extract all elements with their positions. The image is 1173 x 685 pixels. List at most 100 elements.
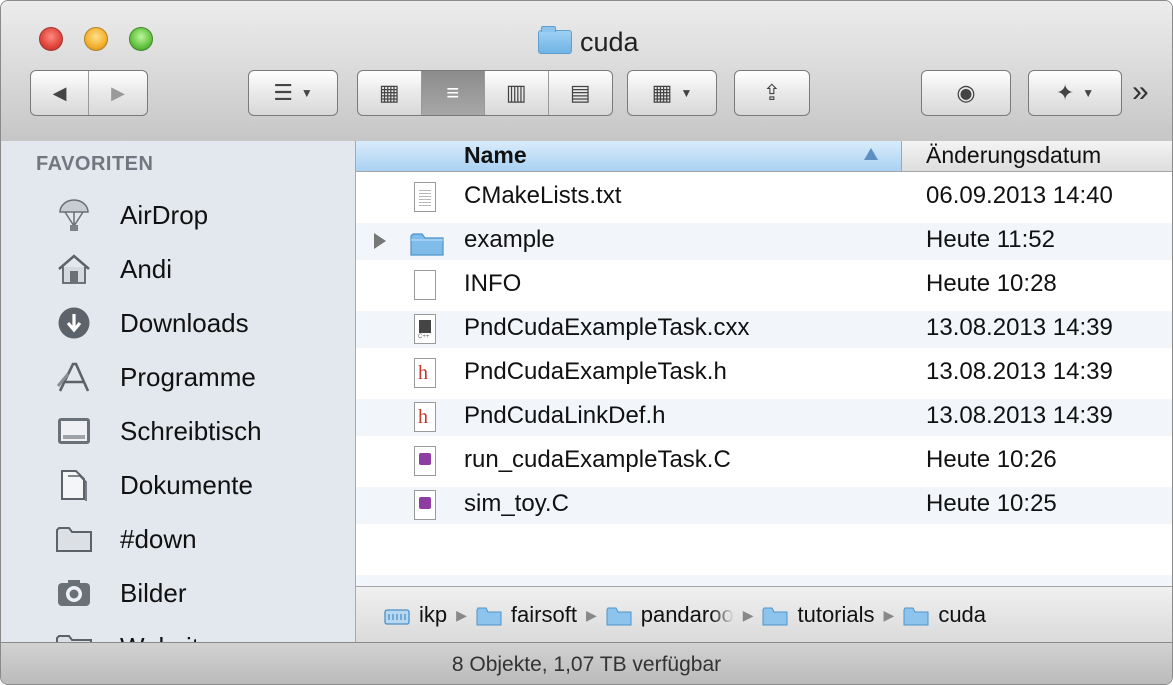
file-name: example xyxy=(464,226,555,253)
toolbar-overflow-button[interactable]: » xyxy=(1132,75,1149,109)
table-row[interactable]: run_cudaExampleTask.C Heute 10:26 xyxy=(356,443,1172,480)
file-date: 06.09.2013 14:40 xyxy=(926,182,1113,209)
table-row[interactable]: C++ PndCudaExampleTask.cxx 13.08.2013 14… xyxy=(356,311,1172,348)
c-source-file-icon xyxy=(414,446,438,477)
sidebar-item-label: Bilder xyxy=(120,577,187,608)
action-button[interactable]: ▦ ▼ xyxy=(627,70,717,116)
column-header-date[interactable]: Änderungsdatum xyxy=(926,142,1101,169)
coverflow-view-icon: ▤ xyxy=(569,80,591,105)
view-columns-button[interactable]: ▥ xyxy=(485,71,549,115)
sidebar-item-label: Andi xyxy=(120,253,173,284)
file-date: Heute 10:25 xyxy=(926,490,1057,517)
chevron-double-right-icon: » xyxy=(1132,75,1149,108)
file-name: CMakeLists.txt xyxy=(464,182,622,209)
view-list-button[interactable]: ≡ xyxy=(421,71,485,115)
folder-icon xyxy=(54,519,94,559)
view-coverflow-button[interactable]: ▤ xyxy=(549,71,613,115)
chevron-down-icon: ▼ xyxy=(300,86,313,100)
status-bar: 8 Objekte, 1,07 TB verfügbar xyxy=(1,642,1172,684)
downloads-icon xyxy=(54,303,94,343)
sidebar-item-label: Dokumente xyxy=(120,469,253,500)
text-file-icon xyxy=(414,182,438,213)
sidebar-item-label: Programme xyxy=(120,361,256,392)
back-button[interactable]: ◀ xyxy=(31,71,90,115)
table-row[interactable]: INFO Heute 10:28 xyxy=(356,267,1172,304)
path-item-label: ikp xyxy=(419,602,448,627)
sidebar-item-programme[interactable]: Programme xyxy=(1,350,355,404)
sidebar-item-down[interactable]: #down xyxy=(1,512,355,566)
file-date: Heute 10:28 xyxy=(926,270,1057,297)
forward-arrow-icon: ▶ xyxy=(111,82,125,103)
path-item-cuda[interactable]: cuda xyxy=(903,602,986,628)
table-row[interactable]: h PndCudaExampleTask.h 13.08.2013 14:39 xyxy=(356,355,1172,392)
path-item-tutorials[interactable]: tutorials xyxy=(762,602,875,628)
dropbox-icon: ✦ xyxy=(1055,80,1075,105)
path-item-fairsoft[interactable]: fairsoft xyxy=(476,602,577,628)
column-header-name-label: Name xyxy=(464,142,527,168)
share-icon: ⇪ xyxy=(762,80,782,105)
sidebar-item-dokumente[interactable]: Dokumente xyxy=(1,458,355,512)
sidebar-item-schreibtisch[interactable]: Schreibtisch xyxy=(1,404,355,458)
path-item-label: pandaroo xyxy=(640,602,734,627)
drive-icon xyxy=(384,606,410,625)
chevron-down-icon: ▼ xyxy=(680,86,693,100)
header-file-icon: h xyxy=(414,402,438,433)
path-separator-icon: ▶ xyxy=(585,606,597,623)
toolbar: cuda ◀ ▶ ☰ ▼ ▦ ≡ ▥ ▤ ▦ ▼ ⇪ ◉ ✦ ▼ » xyxy=(1,1,1172,142)
camera-icon xyxy=(54,573,94,613)
table-row[interactable]: h PndCudaLinkDef.h 13.08.2013 14:39 xyxy=(356,399,1172,436)
file-name: run_cudaExampleTask.C xyxy=(464,446,731,473)
sidebar-item-label: Websites xyxy=(120,632,226,643)
minimize-button[interactable] xyxy=(84,27,108,51)
folder-icon xyxy=(903,606,929,625)
documents-icon xyxy=(54,465,94,505)
file-date: Heute 10:26 xyxy=(926,446,1057,473)
sidebar-item-downloads[interactable]: Downloads xyxy=(1,296,355,350)
blank-file-icon xyxy=(414,270,438,301)
forward-button[interactable]: ▶ xyxy=(89,71,147,115)
path-item-label: cuda xyxy=(938,602,987,627)
status-text: 8 Objekte, 1,07 TB verfügbar xyxy=(451,653,722,676)
view-icons-button[interactable]: ▦ xyxy=(358,71,422,115)
sidebar-item-label: Schreibtisch xyxy=(120,415,262,446)
column-header: Name Änderungsdatum xyxy=(356,141,1172,172)
close-button[interactable] xyxy=(39,27,63,51)
share-button[interactable]: ⇪ xyxy=(734,70,810,116)
arrange-icon: ☰ xyxy=(273,80,293,105)
sidebar-item-airdrop[interactable]: AirDrop xyxy=(1,188,355,242)
file-date: 13.08.2013 14:39 xyxy=(926,314,1113,341)
file-date: 13.08.2013 14:39 xyxy=(926,358,1113,385)
path-item-label: fairsoft xyxy=(510,602,577,627)
disclosure-triangle-icon[interactable] xyxy=(374,233,386,249)
list-view-icon: ≡ xyxy=(446,80,460,105)
cxx-file-icon: C++ xyxy=(414,314,438,345)
folder-icon xyxy=(410,226,446,257)
sidebar-item-websites[interactable]: Websites xyxy=(1,620,355,642)
arrange-button[interactable]: ☰ ▼ xyxy=(248,70,338,116)
desktop-icon xyxy=(54,411,94,451)
table-row[interactable]: example Heute 11:52 xyxy=(356,223,1172,260)
back-forward-control: ◀ ▶ xyxy=(30,70,148,116)
icon-view-icon: ▦ xyxy=(378,80,400,105)
dropbox-button[interactable]: ✦ ▼ xyxy=(1028,70,1122,116)
sidebar-item-andi[interactable]: Andi xyxy=(1,242,355,296)
path-item-ikp[interactable]: ikp xyxy=(384,602,447,628)
file-name: PndCudaExampleTask.h xyxy=(464,358,727,385)
file-date: 13.08.2013 14:39 xyxy=(926,402,1113,429)
zoom-button[interactable] xyxy=(129,27,153,51)
sidebar: FAVORITEN AirDrop Andi Downloads Program… xyxy=(1,141,356,642)
empty-row xyxy=(356,531,1172,568)
file-date: Heute 11:52 xyxy=(926,226,1055,253)
table-row[interactable]: sim_toy.C Heute 10:25 xyxy=(356,487,1172,524)
action-menu-icon: ▦ xyxy=(651,80,673,105)
file-name: PndCudaExampleTask.cxx xyxy=(464,314,750,341)
folder-icon xyxy=(762,606,788,625)
sidebar-item-label: #down xyxy=(120,523,197,554)
sidebar-item-label: Downloads xyxy=(120,307,249,338)
quicklook-button[interactable]: ◉ xyxy=(921,70,1011,116)
sidebar-item-bilder[interactable]: Bilder xyxy=(1,566,355,620)
table-row[interactable]: CMakeLists.txt 06.09.2013 14:40 xyxy=(356,179,1172,216)
sort-ascending-icon xyxy=(864,148,878,160)
path-item-pandaroo[interactable]: pandaroo xyxy=(606,602,734,628)
column-header-name[interactable]: Name xyxy=(356,141,902,171)
